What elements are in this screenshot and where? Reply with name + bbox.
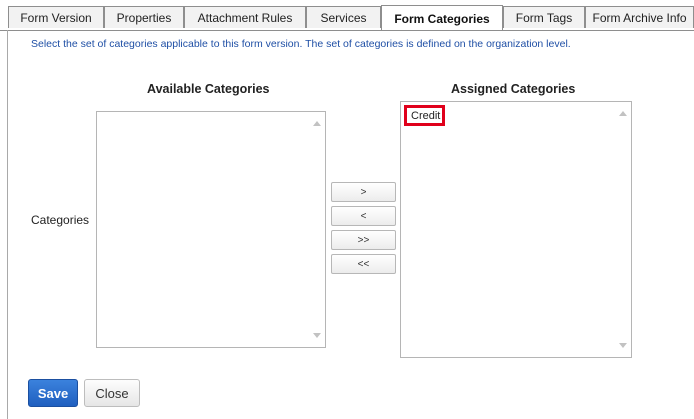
scroll-up-arrow-icon[interactable] — [619, 111, 627, 116]
close-button[interactable]: Close — [84, 379, 140, 407]
tab-attachment-rules[interactable]: Attachment Rules — [184, 6, 306, 28]
move-all-left-button[interactable]: << — [331, 254, 396, 274]
scroll-down-arrow-icon[interactable] — [313, 333, 321, 338]
tab-services[interactable]: Services — [306, 6, 381, 28]
tab-form-categories[interactable]: Form Categories — [381, 5, 503, 31]
move-all-right-button[interactable]: >> — [331, 230, 396, 250]
instruction-text: Select the set of categories applicable … — [31, 38, 571, 50]
assigned-category-item-credit[interactable]: Credit — [404, 105, 445, 126]
assigned-categories-heading: Assigned Categories — [451, 82, 576, 96]
move-left-button[interactable]: < — [331, 206, 396, 226]
save-button[interactable]: Save — [28, 379, 78, 407]
tab-bar: Form Version Properties Attachment Rules… — [0, 0, 694, 31]
scroll-down-arrow-icon[interactable] — [619, 343, 627, 348]
tab-form-version[interactable]: Form Version — [8, 6, 104, 28]
categories-label: Categories — [31, 213, 90, 227]
tab-form-tags[interactable]: Form Tags — [503, 6, 585, 28]
tab-divider — [0, 30, 694, 31]
move-right-button[interactable]: > — [331, 182, 396, 202]
panel-left-border — [7, 30, 8, 419]
available-categories-list[interactable] — [96, 111, 326, 348]
tab-properties[interactable]: Properties — [104, 6, 184, 28]
available-categories-heading: Available Categories — [147, 82, 270, 96]
assigned-scrollbar[interactable] — [615, 102, 631, 357]
available-scrollbar[interactable] — [309, 112, 325, 347]
assigned-categories-list[interactable] — [400, 101, 632, 358]
scroll-up-arrow-icon[interactable] — [313, 121, 321, 126]
tab-form-archive-info[interactable]: Form Archive Info — [585, 6, 694, 28]
